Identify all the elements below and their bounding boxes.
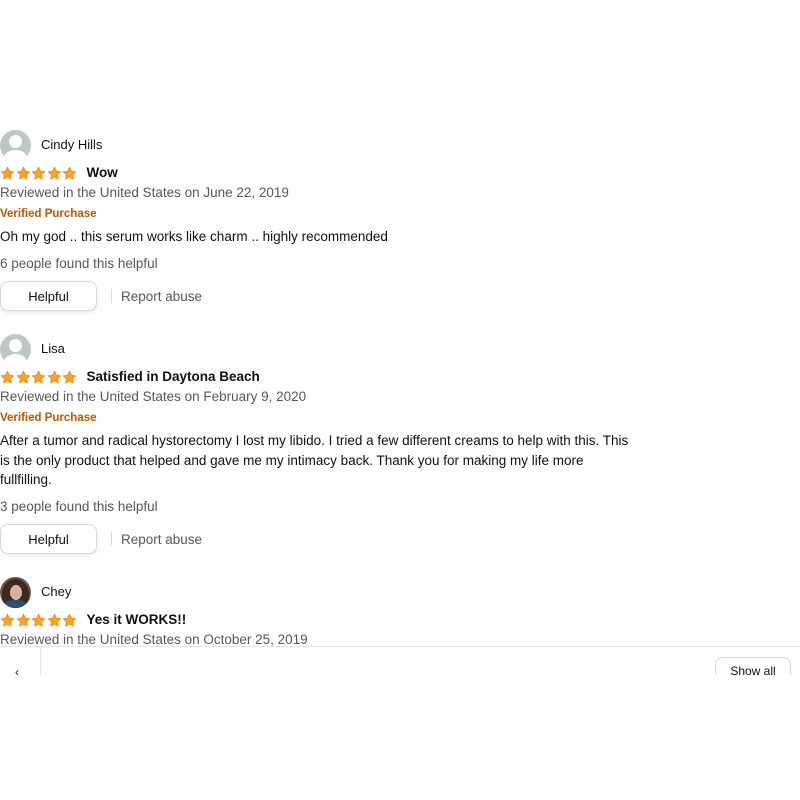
reviewer-name[interactable]: Lisa xyxy=(41,341,65,357)
review-date: Reviewed in the United States on October… xyxy=(0,632,308,646)
avatar xyxy=(0,129,31,161)
star-icon xyxy=(31,613,46,627)
review-date: Reviewed in the United States on Februar… xyxy=(0,389,307,404)
review-body-line: Oh my god .. this serum works like charm… xyxy=(0,229,388,244)
review-title[interactable]: Wow xyxy=(87,165,118,181)
star-icon xyxy=(0,370,15,384)
reviewer-name[interactable]: Chey xyxy=(41,584,71,600)
previous-arrow-icon[interactable]: ‹ xyxy=(15,665,19,675)
review-date: Reviewed in the United States on June 22… xyxy=(0,185,289,200)
reviews-page: Cindy Hills Wow Reviewed in the United S… xyxy=(0,0,800,800)
star-rating[interactable] xyxy=(0,165,78,181)
action-divider xyxy=(111,289,112,303)
star-icon xyxy=(62,166,77,180)
star-icon xyxy=(0,613,15,627)
action-divider xyxy=(111,532,112,546)
rating-row: Satisfied in Daytona Beach xyxy=(0,368,260,386)
reviewer-profile[interactable]: Lisa xyxy=(0,333,65,365)
reviewer-profile[interactable]: Cindy Hills xyxy=(0,129,102,161)
toolbar-divider xyxy=(40,647,41,675)
helpful-count: 3 people found this helpful xyxy=(0,499,158,514)
star-icon xyxy=(47,166,61,180)
review-actions: Helpful Report abuse xyxy=(0,524,202,554)
star-rating[interactable] xyxy=(0,369,78,385)
reviewer-profile[interactable]: Chey xyxy=(0,576,71,608)
review-title[interactable]: Yes it WORKS!! xyxy=(87,612,187,628)
star-icon xyxy=(31,166,46,180)
review-body: After a tumor and radical hystorectomy I… xyxy=(0,431,665,490)
bottom-toolbar: ‹ Show all xyxy=(0,646,800,675)
star-icon xyxy=(31,370,46,384)
review-body-line: fullfilling. xyxy=(0,472,52,487)
verified-purchase-badge[interactable]: Verified Purchase xyxy=(0,411,97,425)
star-icon xyxy=(16,613,30,627)
review-body: Oh my god .. this serum works like charm… xyxy=(0,227,665,247)
review-actions: Helpful Report abuse xyxy=(0,281,202,311)
star-rating[interactable] xyxy=(0,612,78,628)
review-body-line: After a tumor and radical hystorectomy I… xyxy=(0,433,629,448)
helpful-count: 6 people found this helpful xyxy=(0,256,158,271)
star-icon xyxy=(47,613,61,627)
review-body-line: is the only product that helped and gave… xyxy=(0,452,584,468)
star-icon xyxy=(47,370,61,384)
review-title[interactable]: Satisfied in Daytona Beach xyxy=(87,369,260,385)
star-icon xyxy=(16,370,30,384)
report-abuse-link[interactable]: Report abuse xyxy=(121,532,202,547)
reviews-list: Cindy Hills Wow Reviewed in the United S… xyxy=(0,0,800,646)
helpful-button[interactable]: Helpful xyxy=(0,524,97,554)
star-icon xyxy=(16,166,30,180)
rating-row: Yes it WORKS!! xyxy=(0,611,186,629)
avatar xyxy=(0,333,31,365)
helpful-button[interactable]: Helpful xyxy=(0,281,97,311)
star-icon xyxy=(62,370,77,384)
reviewer-name[interactable]: Cindy Hills xyxy=(41,137,102,153)
verified-purchase-badge[interactable]: Verified Purchase xyxy=(0,207,97,221)
rating-row: Wow xyxy=(0,164,118,182)
show-all-button[interactable]: Show all xyxy=(715,657,791,675)
report-abuse-link[interactable]: Report abuse xyxy=(121,289,202,304)
avatar xyxy=(0,576,31,608)
star-icon xyxy=(62,613,77,627)
star-icon xyxy=(0,166,15,180)
